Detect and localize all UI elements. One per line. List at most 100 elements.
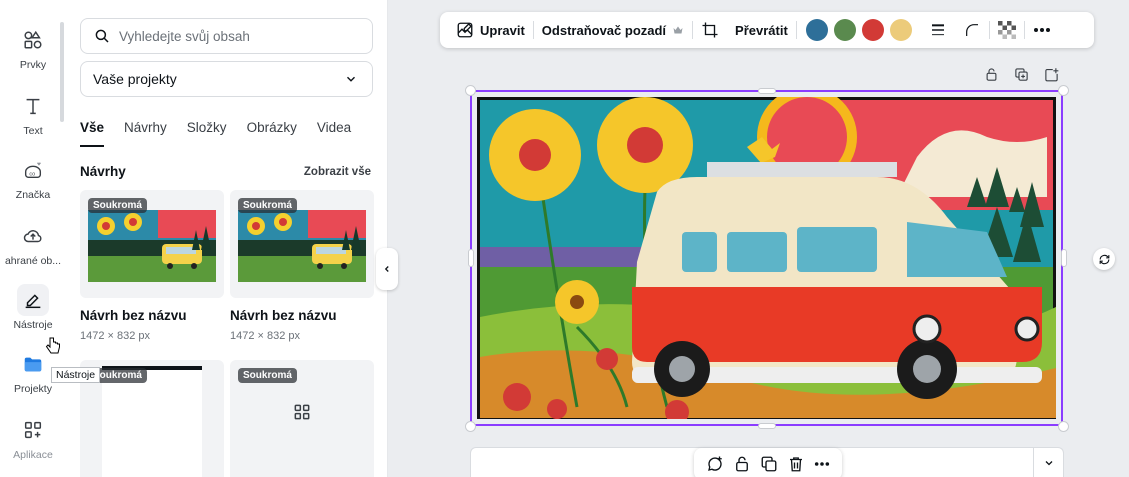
- comment-icon[interactable]: [706, 455, 724, 473]
- color-swatch-blue[interactable]: [805, 19, 828, 41]
- selection-box: [470, 90, 1063, 426]
- resize-handle[interactable]: [465, 421, 476, 432]
- tab-videos[interactable]: Videa: [317, 120, 351, 147]
- duplicate-page-button[interactable]: [1006, 64, 1036, 84]
- rotate-button[interactable]: [1093, 248, 1115, 270]
- tab-all[interactable]: Vše: [80, 120, 105, 147]
- design-card[interactable]: Soukromá: [80, 360, 224, 477]
- transparency-button[interactable]: [996, 19, 1018, 41]
- edit-label: Upravit: [480, 22, 525, 38]
- crop-button[interactable]: [693, 21, 727, 39]
- text-icon: [17, 90, 49, 122]
- chevron-down-icon: [1045, 461, 1052, 466]
- bg-remover-label: Odstraňovač pozadí: [541, 22, 667, 38]
- rail-label: Projekty: [14, 383, 52, 395]
- privacy-badge: Soukromá: [238, 198, 297, 213]
- flip-button[interactable]: Převrátit: [727, 23, 796, 38]
- search-box[interactable]: [80, 18, 373, 54]
- rail-label: Prvky: [19, 59, 47, 71]
- rail-label: ahrané ob...: [4, 255, 62, 267]
- context-toolbar: Upravit Odstraňovač pozadí Převrátit: [440, 12, 1094, 48]
- tab-designs[interactable]: Návrhy: [124, 120, 167, 147]
- color-swatches: [797, 19, 921, 41]
- corner-rounding-icon: [965, 24, 978, 36]
- tab-folders[interactable]: Složky: [187, 120, 227, 147]
- crop-icon: [702, 22, 718, 38]
- expand-pages-button[interactable]: [1033, 448, 1063, 477]
- left-rail: Prvky Text co Značka ahrané ob... Nástro…: [0, 0, 66, 477]
- section-title: Návrhy: [80, 164, 126, 179]
- corner-rounding-button[interactable]: [961, 19, 983, 41]
- border-weight-button[interactable]: [927, 19, 949, 41]
- design-thumbnail: [88, 210, 216, 282]
- edit-image-button[interactable]: Upravit: [448, 21, 533, 39]
- card-title[interactable]: Návrh bez názvu: [80, 308, 187, 323]
- hand-cursor-icon: [45, 337, 60, 354]
- select-value: Vaše projekty: [93, 71, 177, 87]
- color-swatch-yellow[interactable]: [889, 19, 912, 41]
- toolbar-divider: [1023, 21, 1025, 39]
- uploads-icon: [17, 220, 49, 252]
- apps-icon: [17, 414, 49, 446]
- collapse-panel-button[interactable]: [376, 248, 398, 290]
- svg-text:co: co: [29, 172, 35, 178]
- privacy-badge: Soukromá: [238, 368, 297, 383]
- resize-handle[interactable]: [468, 249, 474, 267]
- search-input[interactable]: [119, 28, 359, 44]
- lock-page-button[interactable]: [976, 64, 1006, 84]
- rail-item-text[interactable]: Text: [0, 90, 66, 137]
- apps-icon: [294, 404, 310, 420]
- chevron-down-icon: [347, 76, 355, 82]
- color-swatch-green[interactable]: [833, 19, 856, 41]
- rail-label: Nástroje: [13, 319, 53, 331]
- crown-icon: [673, 26, 683, 34]
- filter-tabs: Vše Návrhy Složky Obrázky Videa: [80, 120, 371, 147]
- trash-icon[interactable]: [787, 455, 805, 473]
- brand-icon: co: [17, 154, 49, 186]
- resize-handle[interactable]: [1061, 249, 1067, 267]
- tooltip: Nástroje: [51, 367, 101, 383]
- see-all-link[interactable]: Zobrazit vše: [304, 166, 371, 178]
- rotate-icon: [1099, 254, 1109, 264]
- edit-image-icon: [457, 22, 473, 38]
- design-card[interactable]: Soukromá: [230, 190, 374, 298]
- resize-handle[interactable]: [1058, 421, 1069, 432]
- flip-label: Převrátit: [735, 22, 788, 38]
- design-card[interactable]: Soukromá: [80, 190, 224, 298]
- projects-select[interactable]: Vaše projekty: [80, 61, 373, 97]
- rail-label: Značka: [15, 189, 51, 201]
- rail-item-elements[interactable]: Prvky: [0, 24, 66, 71]
- lock-icon[interactable]: [733, 455, 751, 473]
- more-options-button[interactable]: [1031, 19, 1053, 41]
- duplicate-icon[interactable]: [760, 455, 778, 473]
- design-card[interactable]: Soukromá: [230, 360, 374, 477]
- side-panel: Vaše projekty Vše Návrhy Složky Obrázky …: [66, 0, 388, 477]
- rail-label: Aplikace: [13, 449, 53, 461]
- rail-item-apps[interactable]: Aplikace: [0, 414, 66, 461]
- bg-remover-button[interactable]: Odstraňovač pozadí: [534, 23, 692, 38]
- card-size: 1472 × 832 px: [80, 330, 151, 342]
- color-swatch-red[interactable]: [861, 19, 884, 41]
- tab-images[interactable]: Obrázky: [247, 120, 297, 147]
- card-size: 1472 × 832 px: [230, 330, 301, 342]
- more-icon: [1033, 28, 1050, 32]
- page-tools: [976, 64, 1066, 84]
- add-page-icon: [1044, 67, 1058, 81]
- element-floating-toolbar: [694, 448, 842, 477]
- resize-handle[interactable]: [758, 423, 776, 429]
- duplicate-icon: [1014, 67, 1028, 81]
- chevron-left-icon: [384, 266, 389, 272]
- resize-handle[interactable]: [758, 88, 776, 94]
- elements-icon: [17, 24, 49, 56]
- tools-icon: [17, 284, 49, 316]
- rail-label: Text: [23, 125, 43, 137]
- resize-handle[interactable]: [1058, 85, 1069, 96]
- transparency-icon: [997, 21, 1016, 39]
- resize-handle[interactable]: [465, 85, 476, 96]
- rail-item-tools[interactable]: Nástroje: [0, 284, 66, 331]
- rail-item-brand[interactable]: co Značka: [0, 154, 66, 201]
- card-title[interactable]: Návrh bez názvu: [230, 308, 337, 323]
- rail-item-uploads[interactable]: ahrané ob...: [0, 220, 66, 267]
- add-page-button[interactable]: [1036, 64, 1066, 84]
- more-icon[interactable]: [814, 461, 830, 467]
